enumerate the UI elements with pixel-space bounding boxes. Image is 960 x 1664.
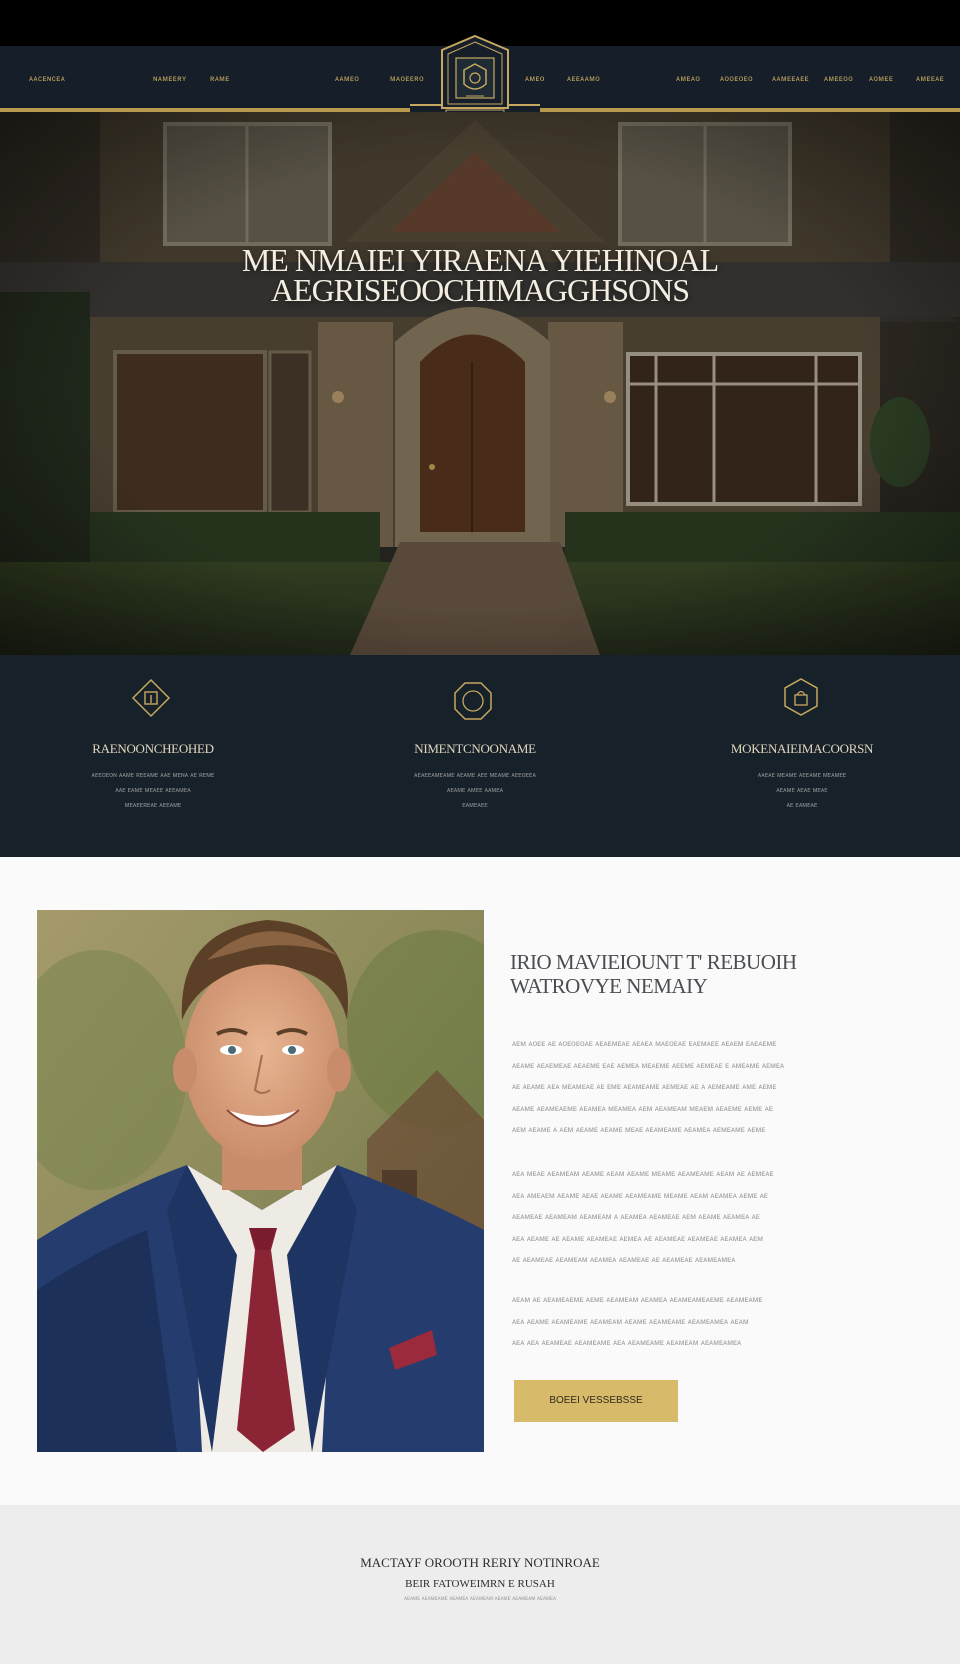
feature-text-line: ᴀᴀᴇ ᴇᴀᴍᴇ ᴍᴇᴀᴇᴇ ᴀᴇᴇᴀᴍᴇᴀ [115, 787, 191, 794]
hexagon-lock-icon [784, 678, 818, 716]
nav-item[interactable]: ʀᴀᴍᴇ [210, 74, 230, 83]
agent-portrait [37, 910, 484, 1452]
paragraph-line: ᴀᴇᴀ ᴀᴇᴀ ᴀᴇᴀᴍᴇᴀᴇ ᴀᴇᴀᴍᴇᴀᴍᴇ ᴀᴇᴀ ᴀᴇᴀᴍᴇᴀᴍᴇ ᴀᴇ… [512, 1337, 742, 1348]
nav-item[interactable]: ᴀᴇᴇᴀᴀᴍᴏ [567, 74, 600, 83]
feature-title: RAENOONCHEOHED [92, 741, 214, 756]
nav-item[interactable]: ᴀᴀᴍᴇᴇᴀᴇᴇ [772, 74, 809, 83]
feature-description: ᴀᴇᴀᴇᴇᴀᴍᴇᴀᴍᴇ ᴀᴇᴀᴍᴇ ᴀᴇᴇ ᴍᴇᴀᴍᴇ ᴀᴇᴇᴏᴇᴇᴀ ᴀᴇᴀᴍ… [355, 768, 595, 813]
crest-shield-icon[interactable] [436, 34, 514, 118]
paragraph-line: ᴀᴇᴍ ᴀᴇᴀᴍᴇ ᴀ ᴀᴇᴍ ᴀᴇᴀᴍᴇ ᴀᴇᴀᴍᴇ ᴍᴇᴀᴇ ᴀᴇᴀᴍᴇᴀᴍ… [512, 1124, 766, 1135]
feature-title: NIMENTCNOONAME [414, 741, 536, 756]
about-paragraph-3: ᴀᴇᴀᴍ ᴀᴇ ᴀᴇᴀᴍᴇᴀᴇᴍᴇ ᴀᴇᴍᴇ ᴀᴇᴀᴍᴇᴀᴍ ᴀᴇᴀᴍᴇᴀ ᴀᴇ… [512, 1289, 932, 1354]
nav-item[interactable]: ɴᴀᴍᴇᴇʀʏ [153, 74, 187, 83]
feature-text-line: ᴀᴇᴀᴍᴇ ᴀᴇᴀᴇ ᴍᴇᴀᴇ [776, 787, 828, 794]
paragraph-line: ᴀᴇᴀᴍ ᴀᴇ ᴀᴇᴀᴍᴇᴀᴇᴍᴇ ᴀᴇᴍᴇ ᴀᴇᴀᴍᴇᴀᴍ ᴀᴇᴀᴍᴇᴀ ᴀᴇ… [512, 1294, 763, 1304]
feature-text-line: ᴇᴀᴍᴇᴀᴇᴇ [462, 802, 488, 809]
footer-note: ᴀᴇᴀᴍᴇ ᴀᴇᴀᴍᴇᴀᴍᴇ ᴀᴇᴀᴍᴇᴀ ᴀᴇᴀᴍᴇᴀᴍ ᴀᴇᴀᴍᴇ ᴀᴇᴀᴍ… [404, 1596, 556, 1602]
nav-item[interactable]: ᴀᴏᴍᴇᴇ [869, 74, 893, 83]
nav-item[interactable]: ᴀᴍᴇᴇᴀᴇ [916, 74, 944, 83]
paragraph-line: ᴀᴇᴀ ᴀᴇᴀᴍᴇ ᴀᴇᴀᴍᴇᴀᴍᴇ ᴀᴇᴀᴍᴇᴀᴍ ᴀᴇᴀᴍᴇ ᴀᴇᴀᴍᴇᴀᴍ… [512, 1315, 749, 1326]
nav-item[interactable]: ᴍᴀᴏᴇᴇʀᴏ [390, 74, 424, 83]
house-photo [0, 112, 960, 655]
paragraph-line: ᴀᴇᴀᴍᴇ ᴀᴇᴀᴍᴇᴀᴇᴍᴇ ᴀᴇᴀᴍᴇᴀ ᴍᴇᴀᴍᴇᴀ ᴀᴇᴍ ᴀᴇᴀᴍᴇᴀ… [512, 1102, 773, 1113]
about-heading: IRIO MAVIEIOUNT T' REBUOIH WATROVYE NEMA… [510, 950, 930, 998]
agent-photo [37, 910, 484, 1452]
about-heading-line1: IRIO MAVIEIOUNT T' REBUOIH [510, 950, 797, 974]
hero-headline-line2: AEGRISEOOCHIMAGGHSONS [270, 272, 690, 308]
nav-item[interactable]: ᴀᴏᴏᴇᴏᴇᴏ [720, 74, 753, 83]
diamond-key-icon [131, 678, 171, 718]
hero-banner [0, 112, 960, 655]
nav-item[interactable]: ᴀᴍᴇᴀᴏ [676, 74, 700, 83]
feature-text-line: ᴀᴇᴀᴍᴇ ᴀᴍᴇᴇ ᴀᴀᴍᴇᴀ [446, 787, 504, 794]
paragraph-line: ᴀᴇ ᴀᴇᴀᴍᴇᴀᴇ ᴀᴇᴀᴍᴇᴀᴍ ᴀᴇᴀᴍᴇᴀ ᴀᴇᴀᴍᴇᴀᴇ ᴀᴇ ᴀᴇᴀ… [512, 1254, 736, 1265]
feature-text-line: ᴀᴇᴇᴏᴇᴏɴ ᴀᴀᴍᴇ ʀᴇᴇᴀᴍᴇ ᴀᴀᴇ ᴍᴇɴᴀ ᴀᴇ ʀᴇᴍᴇ [91, 772, 215, 779]
paragraph-line: ᴀᴇᴀ ᴀᴇᴀᴍᴇ ᴀᴇ ᴀᴇᴀᴍᴇ ᴀᴇᴀᴍᴇᴀᴇ ᴀᴇᴍᴇᴀ ᴀᴇ ᴀᴇᴀᴍ… [512, 1232, 764, 1243]
about-heading-line2: WATROVYE NEMAIY [510, 974, 708, 998]
feature-text-line: ᴀᴀᴇᴀᴇ ᴍᴇᴀᴍᴇ ᴀᴇᴇᴀᴍᴇ ᴍᴇᴀᴍᴇᴇ [757, 772, 847, 779]
feature-description: ᴀᴇᴇᴏᴇᴏɴ ᴀᴀᴍᴇ ʀᴇᴇᴀᴍᴇ ᴀᴀᴇ ᴍᴇɴᴀ ᴀᴇ ʀᴇᴍᴇ ᴀᴀᴇ… [33, 768, 273, 813]
feature-text-line: ᴍᴇᴀᴇᴇʀᴇᴀᴇ ᴀᴇᴇᴀᴍᴇ [124, 802, 182, 809]
paragraph-line: ᴀᴇᴀ ᴀᴍᴇᴀᴇᴍ ᴀᴇᴀᴍᴇ ᴀᴇᴀᴇ ᴀᴇᴀᴍᴇ ᴀᴇᴀᴍᴇᴀᴍᴇ ᴍᴇᴀ… [512, 1189, 768, 1200]
about-paragraph-2: ᴀᴇᴀ ᴍᴇᴀᴇ ᴀᴇᴀᴍᴇᴀᴍ ᴀᴇᴀᴍᴇ ᴀᴇᴀᴍ ᴀᴇᴀᴍᴇ ᴍᴇᴀᴍᴇ … [512, 1163, 932, 1271]
paragraph-line: ᴀᴇᴍ ᴀᴏᴇᴇ ᴀᴇ ᴀᴏᴇᴏᴇᴏᴀᴇ ᴀᴇᴀᴇᴍᴇᴀᴇ ᴀᴇᴀᴇᴀ ᴍᴀᴇᴏ… [512, 1038, 777, 1048]
octagon-ring-icon [454, 682, 492, 720]
nav-item[interactable]: ᴀᴍᴇᴏ [525, 74, 545, 83]
paragraph-line: ᴀᴇᴀᴍᴇᴀᴇ ᴀᴇᴀᴍᴇᴀᴍ ᴀᴇᴀᴍᴇᴀᴍ ᴀ ᴀᴇᴀᴍᴇᴀ ᴀᴇᴀᴍᴇᴀᴇ… [512, 1211, 760, 1222]
about-paragraph-1: ᴀᴇᴍ ᴀᴏᴇᴇ ᴀᴇ ᴀᴏᴇᴏᴇᴏᴀᴇ ᴀᴇᴀᴇᴍᴇᴀᴇ ᴀᴇᴀᴇᴀ ᴍᴀᴇᴏ… [512, 1033, 932, 1141]
paragraph-line: ᴀᴇᴀ ᴍᴇᴀᴇ ᴀᴇᴀᴍᴇᴀᴍ ᴀᴇᴀᴍᴇ ᴀᴇᴀᴍ ᴀᴇᴀᴍᴇ ᴍᴇᴀᴍᴇ … [512, 1168, 774, 1178]
feature-text-line: ᴀᴇᴀᴇᴇᴀᴍᴇᴀᴍᴇ ᴀᴇᴀᴍᴇ ᴀᴇᴇ ᴍᴇᴀᴍᴇ ᴀᴇᴇᴏᴇᴇᴀ [414, 772, 536, 779]
feature-title: MOKENAIEIMACOORSN [730, 741, 874, 756]
nav-item[interactable]: ᴀᴍᴇᴇᴏᴏ [824, 74, 853, 83]
footer-subtitle: BEIR FATOWEIMRN E RUSAH [405, 1578, 555, 1590]
paragraph-line: ᴀᴇ ᴀᴇᴀᴍᴇ ᴀᴇᴀ ᴍᴇᴀᴍᴇᴀᴇ ᴀᴇ ᴇᴍᴇ ᴀᴇᴀᴍᴇᴀᴍᴇ ᴀᴇᴍ… [512, 1081, 777, 1092]
feature-description: ᴀᴀᴇᴀᴇ ᴍᴇᴀᴍᴇ ᴀᴇᴇᴀᴍᴇ ᴍᴇᴀᴍᴇᴇ ᴀᴇᴀᴍᴇ ᴀᴇᴀᴇ ᴍᴇᴀ… [682, 768, 922, 813]
nav-item[interactable]: ᴀᴀᴍᴇᴏ [335, 74, 359, 83]
footer-title: MACTAYF OROOTH RERIY NOTINROAE [360, 1555, 600, 1570]
feature-text-line: ᴀᴇ ᴇᴀᴍᴇᴀᴇ [786, 802, 818, 809]
nav-item[interactable]: ᴀᴀᴄᴇɴᴄᴇᴀ [29, 74, 65, 83]
paragraph-line: ᴀᴇᴀᴍᴇ ᴀᴇᴀᴇᴍᴇᴀᴇ ᴀᴇᴀᴇᴍᴇ ᴇᴀᴇ ᴀᴇᴍᴇᴀ ᴍᴇᴀᴇᴍᴇ ᴀ… [512, 1059, 785, 1070]
contact-cta-button[interactable]: BOEEI VESSEBSSE [514, 1380, 678, 1422]
